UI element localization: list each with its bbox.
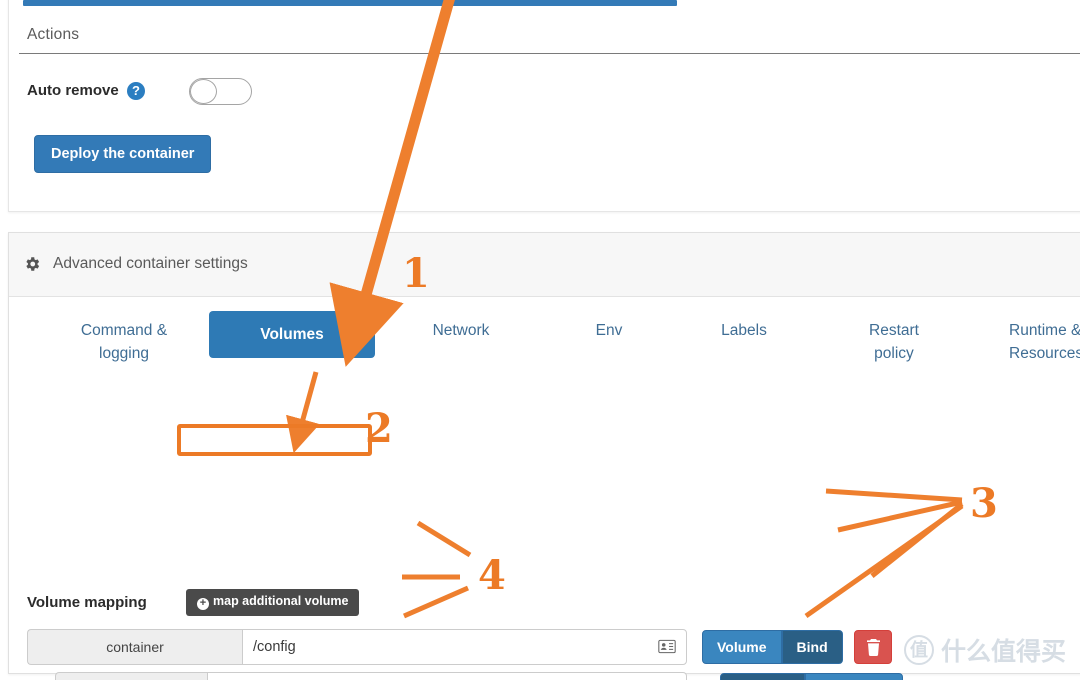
trash-icon bbox=[866, 638, 880, 656]
volume-row-1-container-group: container /config bbox=[27, 629, 687, 665]
id-card-icon[interactable] bbox=[658, 639, 676, 654]
tab-network[interactable]: Network bbox=[401, 319, 521, 342]
annotation-marker-4: 4 bbox=[478, 552, 506, 599]
host-addon-1: host bbox=[55, 672, 207, 680]
toggle-knob bbox=[190, 79, 217, 104]
volume-type-toggle-1: Volume Bind bbox=[702, 630, 843, 664]
watermark: 值 什么值得买 bbox=[903, 632, 1066, 668]
volume-mapping-label: Volume mapping bbox=[27, 594, 147, 611]
tab-volumes[interactable]: Volumes bbox=[209, 311, 375, 358]
gear-icon bbox=[26, 257, 40, 271]
tab-env[interactable]: Env bbox=[554, 319, 664, 342]
delete-volume-button-1[interactable] bbox=[854, 630, 892, 664]
progress-bar bbox=[23, 0, 677, 6]
container-path-input-1[interactable]: /config bbox=[242, 629, 687, 665]
map-additional-volume-label: map additional volume bbox=[213, 594, 349, 608]
volume-row-1-host-group: host /share/Container/jellyfin bbox=[55, 672, 687, 680]
watermark-logo: 值 bbox=[903, 635, 934, 665]
auto-remove-toggle[interactable] bbox=[189, 78, 252, 105]
question-mark-icon[interactable]: ? bbox=[127, 82, 145, 100]
annotation-highlight-map-volume bbox=[177, 424, 372, 456]
volume-access-toggle-1: Writable Read-only bbox=[720, 673, 903, 680]
volume-type-volume-1[interactable]: Volume bbox=[702, 630, 782, 664]
annotation-marker-2: 2 bbox=[365, 405, 393, 452]
plus-circle-icon: + bbox=[197, 598, 209, 610]
map-additional-volume-button[interactable]: + map additional volume bbox=[186, 589, 360, 616]
annotation-marker-1: 1 bbox=[402, 250, 430, 297]
page-title: Actions bbox=[27, 26, 80, 43]
annotation-marker-3: 3 bbox=[970, 480, 998, 527]
advanced-settings-title: Advanced container settings bbox=[53, 255, 248, 272]
container-addon-1: container bbox=[27, 629, 242, 665]
advanced-settings-header: Advanced container settings bbox=[9, 233, 1080, 297]
volume-type-bind-1[interactable]: Bind bbox=[781, 630, 843, 664]
tab-restart-policy[interactable]: Restart policy bbox=[849, 319, 939, 365]
tab-runtime-resources[interactable]: Runtime & Resources bbox=[1009, 319, 1080, 365]
tab-command-logging[interactable]: Command & logging bbox=[64, 319, 184, 365]
volume-access-readonly-1[interactable]: Read-only bbox=[804, 673, 903, 680]
container-path-value-1: /config bbox=[253, 639, 296, 655]
host-path-input-1[interactable]: /share/Container/jellyfin bbox=[207, 672, 687, 680]
mapping-arrow-icon-1: ⟶ bbox=[27, 671, 56, 680]
auto-remove-label: Auto remove bbox=[27, 82, 119, 99]
tab-labels[interactable]: Labels bbox=[684, 319, 804, 342]
settings-tabs: Command & logging Volumes Network Env La… bbox=[9, 297, 1080, 387]
watermark-text: 什么值得买 bbox=[940, 637, 1066, 666]
screenshot-root: Actions Auto remove ? Deploy the contain… bbox=[0, 0, 1080, 680]
advanced-container-settings-card: Advanced container settings Command & lo… bbox=[8, 232, 1080, 680]
volume-access-writable-1[interactable]: Writable bbox=[720, 673, 805, 680]
deploy-the-container-button[interactable]: Deploy the container bbox=[34, 135, 212, 173]
section-divider bbox=[19, 53, 1080, 54]
actions-card: Actions Auto remove ? Deploy the contain… bbox=[8, 0, 1080, 212]
